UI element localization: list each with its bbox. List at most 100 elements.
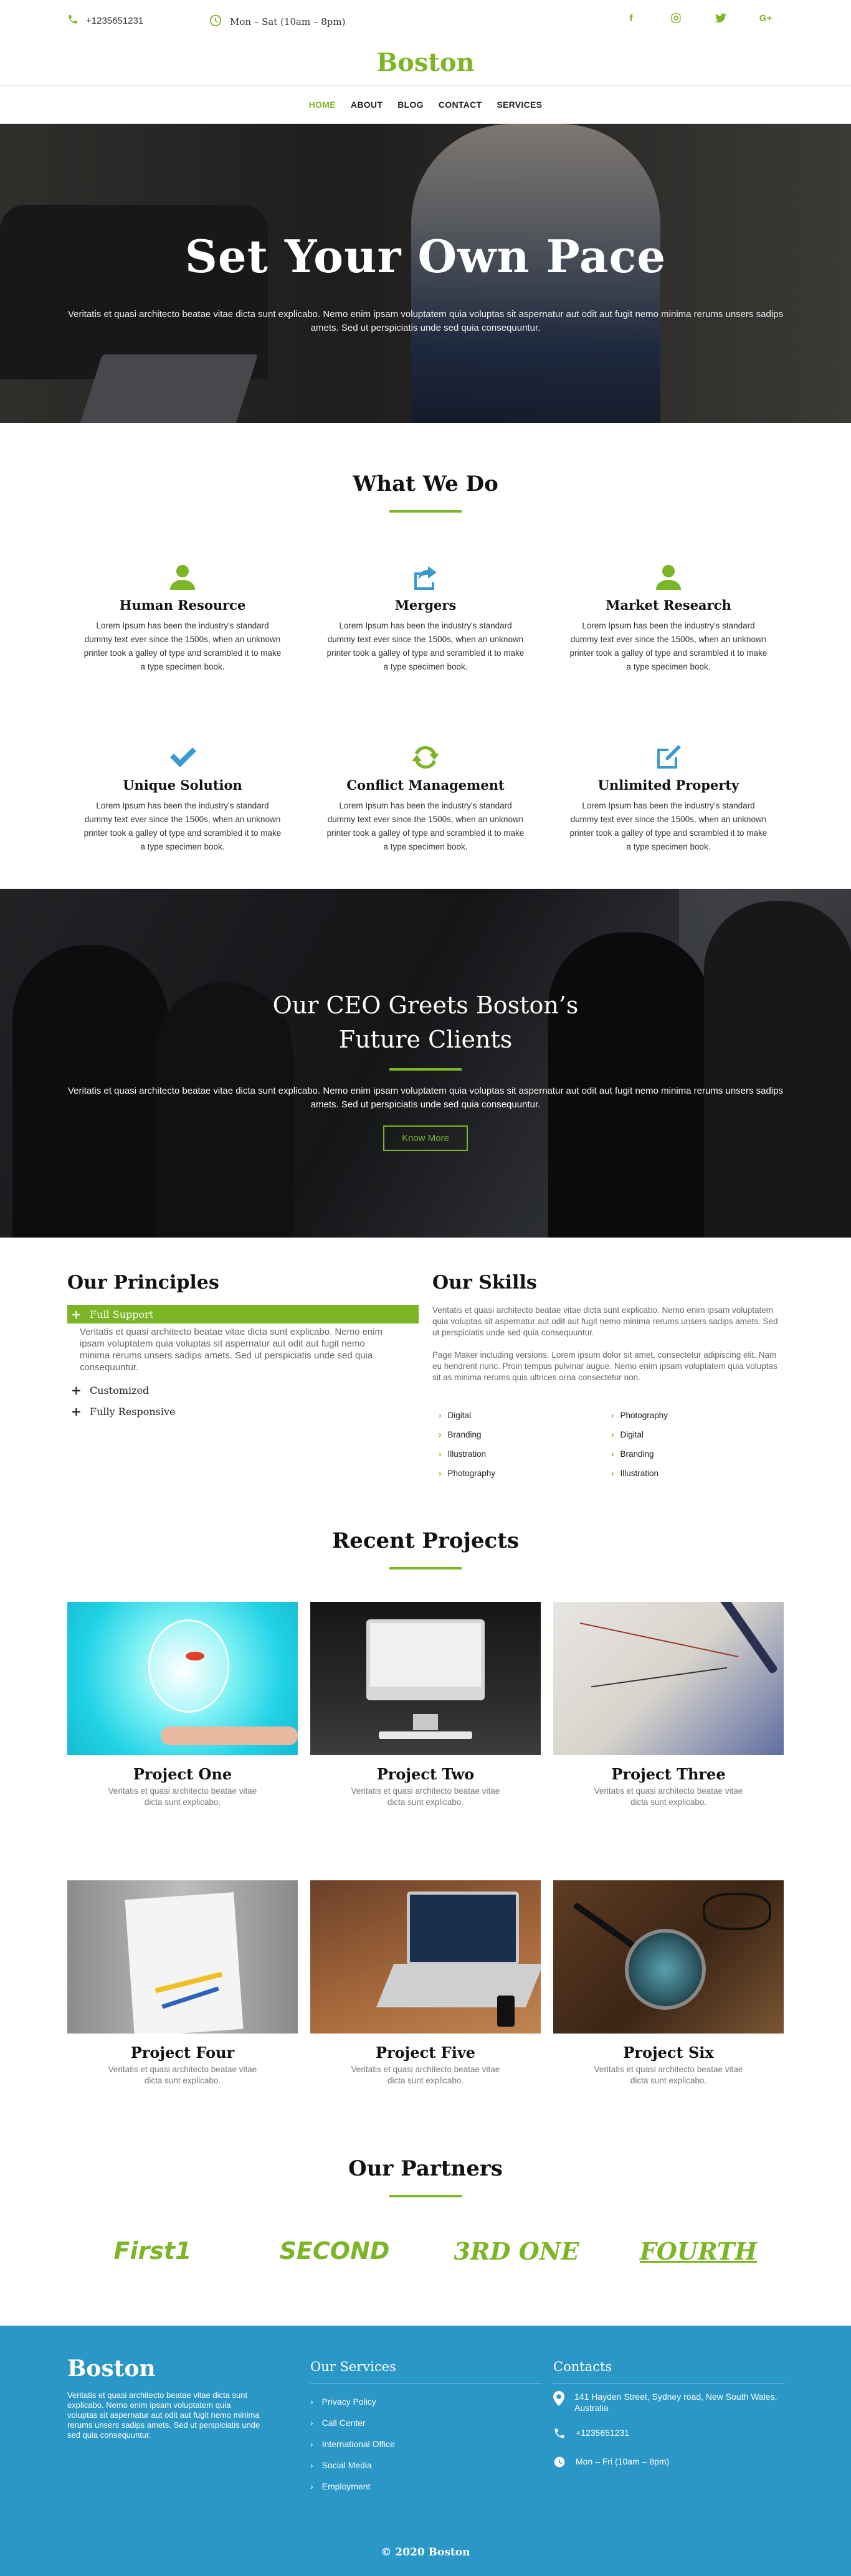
title-underline — [389, 1567, 462, 1570]
facebook-icon[interactable]: f — [624, 11, 638, 25]
project-card[interactable]: Project Five Veritatis et quasi architec… — [310, 1880, 541, 2086]
skill-list-right: › Photography › Digital › Branding › Illustr… — [611, 1406, 784, 1483]
chevron-right-icon: › — [310, 2481, 313, 2491]
phone-icon — [67, 14, 78, 27]
phone-icon — [553, 2427, 566, 2442]
partner-logo[interactable]: 3RD ONE — [447, 2237, 586, 2265]
nav-about[interactable]: ABOUT — [351, 100, 383, 110]
footer-about: Boston Veritatis et quasi architecto bea… — [67, 2356, 292, 2497]
footer-phone[interactable]: +1235651231 — [553, 2427, 777, 2442]
service-card: Conflict Management Lorem Ipsum has been… — [320, 741, 531, 854]
list-item: › Photography — [439, 1464, 611, 1483]
partner-logos: First1 SECOND 3RD ONE FOURTH — [0, 2237, 851, 2265]
partner-logo[interactable]: First1 — [83, 2237, 222, 2265]
chevron-right-icon: › — [310, 2418, 313, 2428]
skill-label: Photography — [447, 1469, 496, 1478]
section-title: What We Do — [353, 471, 498, 496]
top-phone-number: +1235651231 — [86, 15, 144, 26]
project-image[interactable] — [67, 1602, 298, 1755]
project-image[interactable] — [553, 1880, 784, 2034]
service-title: Conflict Management — [346, 777, 505, 793]
ceo-content: Our CEO Greets Boston’s Future Clients V… — [0, 988, 851, 1151]
user-icon — [77, 561, 288, 592]
user-icon — [563, 561, 774, 592]
nav-home[interactable]: HOME — [309, 100, 336, 110]
footer-link[interactable]: › Call Center — [310, 2412, 535, 2433]
principles-title: Our Principles — [67, 1272, 219, 1294]
project-image[interactable] — [310, 1602, 541, 1755]
know-more-button[interactable]: Know More — [383, 1125, 468, 1151]
accordion-customized[interactable]: + Customized — [67, 1381, 419, 1399]
list-item: › Photography — [611, 1406, 784, 1425]
project-image[interactable] — [553, 1602, 784, 1755]
project-image[interactable] — [310, 1880, 541, 2034]
footer-link-label: International Office — [321, 2439, 395, 2449]
footer-link[interactable]: › Employment — [310, 2476, 535, 2497]
service-title: Unlimited Property — [597, 777, 739, 793]
top-phone[interactable]: +1235651231 — [67, 14, 143, 27]
skill-list-left: › Digital › Branding › Illustration › Photog… — [439, 1406, 611, 1483]
accordion-fully-responsive[interactable]: + Fully Responsive — [67, 1402, 419, 1421]
chevron-right-icon: › — [439, 1411, 442, 1420]
project-title[interactable]: Project Five — [310, 2043, 541, 2062]
service-title: Mergers — [394, 597, 457, 613]
clock-icon — [553, 2456, 566, 2471]
clock-icon — [209, 14, 222, 30]
top-hours-text: Mon – Sat (10am – 8pm) — [230, 16, 346, 27]
service-text: Lorem Ipsum has been the industry's stan… — [326, 621, 525, 671]
project-title[interactable]: Project One — [67, 1765, 298, 1783]
chevron-right-icon: › — [310, 2397, 313, 2407]
site-brand: Boston — [0, 47, 851, 85]
instagram-icon[interactable] — [669, 11, 683, 25]
accordion-label: Full Support — [90, 1308, 154, 1320]
project-card[interactable]: Project Three Veritatis et quasi archite… — [553, 1602, 784, 1808]
section-title: Recent Projects — [331, 1528, 520, 1553]
service-card: Mergers Lorem Ipsum has been the industr… — [320, 561, 531, 674]
skill-label: Digital — [620, 1430, 644, 1439]
project-image[interactable] — [67, 1880, 298, 2034]
site-logo[interactable]: Boston — [0, 48, 851, 77]
project-title[interactable]: Project Two — [310, 1765, 541, 1783]
main-nav: HOME ABOUT BLOG CONTACT SERVICES — [0, 85, 851, 124]
footer-logo[interactable]: Boston — [67, 2356, 292, 2382]
copyright: © 2020 Boston — [381, 2546, 470, 2559]
edit-icon — [563, 741, 774, 772]
chevron-right-icon: › — [310, 2439, 313, 2449]
chevron-right-icon: › — [611, 1469, 614, 1478]
footer-contacts: Contacts 141 Hayden Street, Sydney road,… — [553, 2356, 785, 2497]
footer-hours-text: Mon – Fri (10am – 8pm) — [576, 2456, 670, 2466]
nav-blog[interactable]: BLOG — [397, 100, 424, 110]
nav-contact[interactable]: CONTACT — [439, 100, 482, 110]
service-text: Lorem Ipsum has been the industry's stan… — [83, 801, 282, 851]
skill-label: Branding — [620, 1449, 654, 1459]
skills-column: Our Skills Veritatis et quasi architecto… — [432, 1272, 784, 1515]
project-card[interactable]: Project One Veritatis et quasi architect… — [67, 1602, 298, 1808]
hero-text: Veritatis et quasi architecto beatae vit… — [67, 309, 784, 333]
footer-link[interactable]: › International Office — [310, 2433, 535, 2455]
footer-hours: Mon – Fri (10am – 8pm) — [553, 2456, 777, 2471]
footer-columns: Boston Veritatis et quasi architecto bea… — [67, 2326, 785, 2497]
footer-link[interactable]: › Social Media — [310, 2455, 535, 2476]
footer-link[interactable]: › Privacy Policy — [310, 2391, 535, 2412]
project-card[interactable]: Project Two Veritatis et quasi architect… — [310, 1602, 541, 1808]
partner-logo[interactable]: FOURTH — [629, 2237, 768, 2265]
project-text: Veritatis et quasi architecto beatae vit… — [351, 1786, 500, 1807]
project-card[interactable]: Project Four Veritatis et quasi architec… — [67, 1880, 298, 2086]
partner-logo[interactable]: SECOND — [265, 2237, 404, 2265]
project-title[interactable]: Project Three — [553, 1765, 784, 1783]
project-title[interactable]: Project Four — [67, 2043, 298, 2062]
footer-link-label: Privacy Policy — [321, 2397, 376, 2407]
footer-services-list: › Privacy Policy › Call Center › Internatio… — [310, 2391, 535, 2497]
chevron-right-icon: › — [611, 1449, 614, 1459]
service-card: Unlimited Property Lorem Ipsum has been … — [563, 741, 774, 854]
skills-title: Our Skills — [432, 1272, 537, 1294]
nav-services[interactable]: SERVICES — [497, 100, 542, 110]
accordion-full-support[interactable]: + Full Support — [67, 1305, 419, 1324]
project-card[interactable]: Project Six Veritatis et quasi architect… — [553, 1880, 784, 2086]
google-plus-icon[interactable]: G+ — [759, 11, 773, 25]
twitter-icon[interactable] — [714, 11, 728, 25]
project-title[interactable]: Project Six — [553, 2043, 784, 2062]
chevron-right-icon: › — [611, 1411, 614, 1420]
check-icon — [77, 741, 288, 772]
service-text: Lorem Ipsum has been the industry's stan… — [326, 801, 525, 851]
